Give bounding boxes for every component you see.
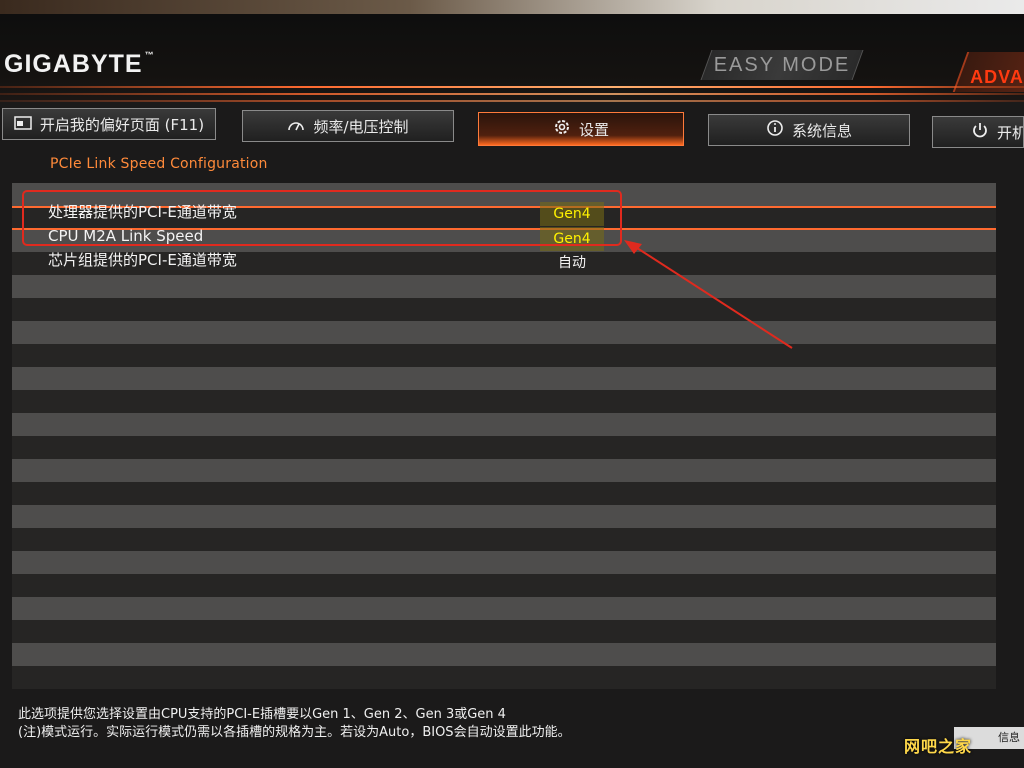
watermark-text: 网吧之家 [904,737,973,756]
help-line: (注)模式运行。实际运行模式仍需以各插槽的规格为主。若设为Auto，BIOS会自… [18,725,571,740]
help-description: 此选项提供您选择设置由CPU支持的PCI-E插槽要以Gen 1、Gen 2、Ge… [18,706,918,742]
annotation-arrow [624,240,793,349]
help-line: 此选项提供您选择设置由CPU支持的PCI-E插槽要以Gen 1、Gen 2、Ge… [18,707,506,722]
